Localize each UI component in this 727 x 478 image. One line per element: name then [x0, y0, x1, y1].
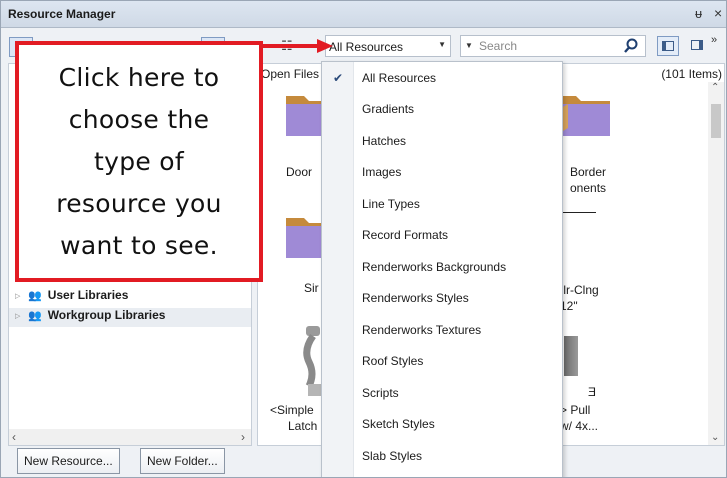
resource-caption: onents — [570, 181, 607, 195]
resource-caption: Latch — [288, 419, 318, 433]
people-icon: 👥 — [28, 290, 43, 302]
checkmark-icon: ✔ — [333, 71, 344, 85]
search-input[interactable] — [479, 37, 619, 55]
menu-item-label: Slab Styles — [362, 449, 423, 463]
callout-line: want to see. — [60, 231, 218, 260]
pull-handle-icon[interactable] — [564, 336, 578, 376]
layout-left-pane-button[interactable] — [657, 36, 679, 56]
menu-item-renderworks-textures[interactable]: Renderworks Textures — [322, 317, 562, 343]
search-box[interactable]: ▼ — [460, 35, 646, 57]
menu-item-label: Scripts — [362, 386, 399, 400]
menu-item-label: Record Formats — [362, 228, 449, 242]
resource-type-menu: ✔ All Resources Gradients Hatches Images… — [321, 61, 563, 477]
menu-item-label: Line Types — [362, 197, 420, 211]
expand-arrow-icon[interactable]: ▷ — [15, 312, 25, 320]
open-files-label: Open Files — [261, 67, 320, 81]
resource-caption: w/ 4x... — [560, 419, 599, 433]
resource-caption: > Pull — [560, 403, 591, 417]
chevron-down-icon: ▼ — [438, 40, 446, 49]
menu-item-label: Hatches — [362, 134, 407, 148]
menu-item-renderworks-styles[interactable]: Renderworks Styles — [322, 285, 562, 311]
resource-caption: Door — [286, 165, 313, 179]
callout-line: choose the — [68, 105, 210, 134]
resource-manager-window: Resource Manager ᵾ × ☷ All Resources ▼ ▼… — [0, 0, 727, 478]
menu-item-gradients[interactable]: Gradients — [322, 96, 562, 122]
resource-type-value: All Resources — [329, 40, 404, 54]
resource-type-dropdown[interactable]: All Resources ▼ — [325, 35, 451, 57]
menu-item-sketch-styles[interactable]: Sketch Styles — [322, 411, 562, 437]
pane-right-icon — [691, 40, 703, 50]
folder-icon[interactable] — [556, 90, 612, 138]
callout-line: type of — [94, 147, 184, 176]
scroll-left-icon[interactable]: ‹ — [12, 430, 16, 444]
menu-item-roof-styles[interactable]: Roof Styles — [322, 348, 562, 374]
resource-caption: Border — [570, 165, 607, 179]
callout-line: Click here to — [58, 63, 220, 92]
tree-item-workgroup-libraries[interactable]: ▷ 👥 Workgroup Libraries — [9, 308, 251, 327]
menu-item-label: Gradients — [362, 102, 415, 116]
menu-item-label: Renderworks Backgrounds — [362, 260, 507, 274]
scroll-up-icon[interactable]: ⌃ — [711, 82, 719, 93]
menu-item-scripts[interactable]: Scripts — [322, 380, 562, 406]
resource-caption: Ǝ — [588, 385, 597, 399]
overflow-icon[interactable]: » — [711, 34, 717, 46]
items-count: (101 Items) — [661, 67, 722, 81]
vertical-scrollbar[interactable]: ⌃ ⌄ — [708, 82, 724, 445]
tree-item-label: Workgroup Libraries — [47, 308, 166, 322]
menu-item-label: Renderworks Textures — [362, 323, 482, 337]
tree-item-label: User Libraries — [47, 288, 129, 302]
scrollbar-thumb[interactable] — [711, 104, 721, 138]
instruction-callout: Click here to choose the type of resourc… — [15, 41, 263, 282]
window-title: Resource Manager — [8, 7, 116, 21]
people-icon: 👥 — [28, 310, 43, 322]
resource-caption: <Simple — [270, 403, 314, 417]
scroll-right-icon[interactable]: › — [241, 430, 245, 444]
menu-item-slab-styles[interactable]: Slab Styles — [322, 443, 562, 469]
search-options-icon[interactable]: ▼ — [465, 41, 473, 50]
new-folder-button[interactable]: New Folder... — [140, 448, 225, 474]
close-icon[interactable]: × — [714, 5, 722, 21]
pane-left-icon — [662, 41, 674, 51]
resource-caption: Sir — [304, 281, 319, 295]
resource-preview — [558, 212, 596, 213]
tree-item-user-libraries[interactable]: ▷ 👥 User Libraries — [9, 288, 251, 307]
callout-arrow-icon — [263, 39, 333, 53]
menu-item-label: Roof Styles — [362, 354, 424, 368]
menu-item-label: Renderworks Styles — [362, 291, 469, 305]
scroll-down-icon[interactable]: ⌄ — [711, 432, 719, 443]
search-icon[interactable] — [622, 37, 640, 55]
menu-item-line-types[interactable]: Line Types — [322, 191, 562, 217]
layout-right-pane-button[interactable] — [687, 36, 709, 56]
horizontal-scrollbar[interactable]: ‹ › — [9, 429, 251, 445]
menu-item-label: Sketch Styles — [362, 417, 435, 431]
menu-item-label: All Resources — [362, 71, 437, 85]
menu-item-hatches[interactable]: Hatches — [322, 128, 562, 154]
callout-line: resource you — [56, 189, 222, 218]
menu-item-label: Images — [362, 165, 402, 179]
new-resource-button[interactable]: New Resource... — [17, 448, 120, 474]
expand-arrow-icon[interactable]: ▷ — [15, 292, 25, 300]
menu-item-renderworks-backgrounds[interactable]: Renderworks Backgrounds — [322, 254, 562, 280]
menu-item-record-formats[interactable]: Record Formats — [322, 222, 562, 248]
pin-icon[interactable]: ᵾ — [695, 6, 702, 21]
callout-text: Click here to choose the type of resourc… — [19, 57, 259, 267]
menu-item-all-resources[interactable]: ✔ All Resources — [322, 65, 562, 91]
menu-item-images[interactable]: Images — [322, 159, 562, 185]
title-bar: Resource Manager ᵾ × — [1, 1, 726, 28]
